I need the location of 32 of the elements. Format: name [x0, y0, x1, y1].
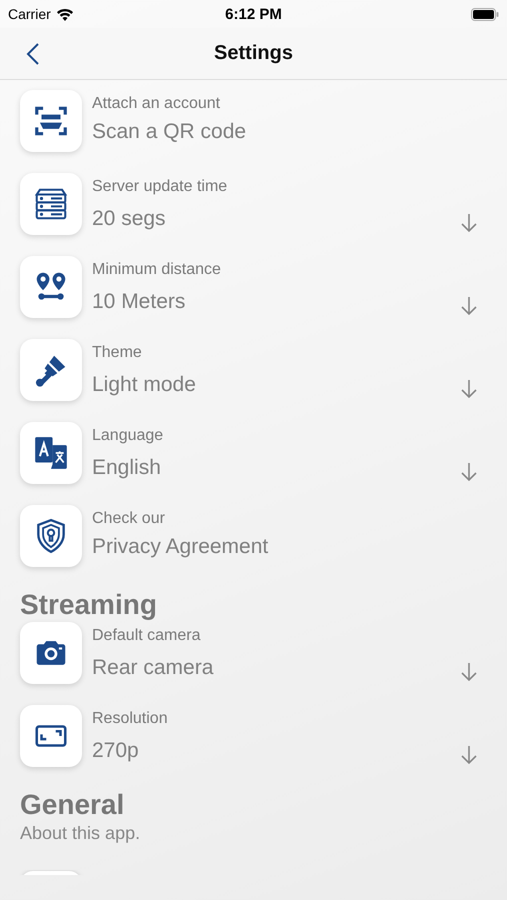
down-arrow-icon[interactable] [461, 745, 477, 765]
setting-value[interactable]: Light mode [92, 373, 196, 397]
down-arrow-icon[interactable] [461, 213, 477, 233]
setting-value[interactable]: 20 segs [92, 207, 166, 231]
setting-label: Theme [92, 344, 142, 362]
status-time: 6:12 PM [225, 6, 282, 22]
battery-icon [471, 8, 499, 20]
down-arrow-icon[interactable] [461, 462, 477, 482]
wifi-icon [56, 8, 74, 20]
setting-label: Language [92, 427, 164, 445]
setting-label: Resolution [92, 710, 168, 728]
setting-value[interactable]: English [92, 456, 161, 480]
down-arrow-icon[interactable] [461, 296, 477, 316]
section-title: Streaming [20, 588, 157, 622]
setting-value[interactable]: 270p [92, 739, 139, 763]
translate-icon [32, 434, 70, 472]
section-title: General [20, 788, 124, 822]
down-arrow-icon[interactable] [461, 379, 477, 399]
setting-label: Check our [92, 510, 165, 528]
screen-title: Settings [214, 42, 293, 65]
setting-label: Server update time [92, 178, 228, 196]
section-subtitle: About this app. [20, 822, 140, 844]
carrier-label: Carrier [8, 6, 51, 22]
setting-value[interactable]: Scan a QR code [92, 120, 246, 144]
setting-label: Minimum distance [92, 261, 221, 279]
setting-value[interactable]: Privacy Agreement [92, 535, 268, 559]
setting-label: Attach an account [92, 95, 220, 113]
back-chevron-icon [26, 42, 40, 66]
setting-value[interactable]: Rear camera [92, 656, 214, 680]
setting-value[interactable]: 10 Meters [92, 290, 186, 314]
setting-label: Default camera [92, 627, 200, 645]
down-arrow-icon[interactable] [461, 662, 477, 682]
